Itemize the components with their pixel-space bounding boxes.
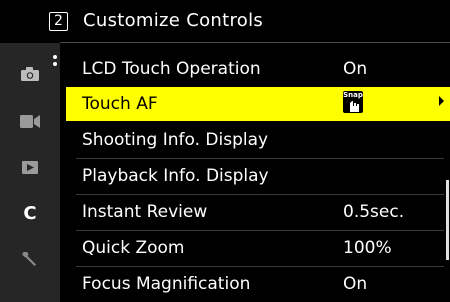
menu-item-value: 100%: [343, 238, 392, 258]
menu-item-instant-review[interactable]: Instant Review 0.5sec.: [66, 195, 450, 231]
camera-icon: [21, 66, 39, 85]
menu-item-value: 0.5sec.: [343, 202, 405, 222]
menu-item-value: On: [343, 59, 368, 79]
menu-item-label: Shooting Info. Display: [82, 130, 269, 150]
tab-playback[interactable]: [0, 148, 60, 188]
menu-item-touch-af[interactable]: Touch AF Snap: [66, 87, 450, 121]
tab-movie[interactable]: [0, 102, 60, 142]
menu-item-label: LCD Touch Operation: [82, 59, 261, 79]
playback-icon: [22, 159, 38, 178]
menu-item-playback-info-display[interactable]: Playback Info. Display: [66, 159, 450, 195]
menu-sidebar: C: [0, 43, 60, 302]
snap-icon: Snap: [343, 91, 363, 113]
tab-setup[interactable]: [0, 240, 60, 280]
chevron-right-icon: [439, 96, 444, 106]
menu-item-lcd-touch-operation[interactable]: LCD Touch Operation On: [66, 52, 450, 88]
page-number-badge: 2: [49, 12, 68, 31]
menu-item-value: On: [343, 274, 368, 294]
active-tab-indicator: [52, 55, 58, 75]
menu-item-label: Instant Review: [82, 202, 208, 222]
menu-item-label: Touch AF: [82, 94, 158, 114]
menu-item-shooting-info-display[interactable]: Shooting Info. Display: [66, 123, 450, 159]
camera-menu-screen: 2 Customize Controls C LCD Touch Operati…: [0, 0, 450, 302]
menu-scrollbar[interactable]: [446, 180, 449, 260]
menu-item-label: Quick Zoom: [82, 238, 185, 258]
menu-item-label: Focus Magnification: [82, 274, 251, 294]
menu-item-label: Playback Info. Display: [82, 166, 269, 186]
page-title: Customize Controls: [83, 10, 264, 31]
video-icon: [20, 113, 40, 132]
tab-shooting[interactable]: [0, 55, 60, 95]
menu-list: LCD Touch Operation On Touch AF Snap Sho…: [60, 43, 450, 302]
menu-item-quick-zoom[interactable]: Quick Zoom 100%: [66, 231, 450, 267]
menu-header: 2 Customize Controls: [0, 0, 450, 42]
wrench-icon: [22, 250, 38, 270]
custom-c-icon: C: [23, 202, 37, 224]
menu-item-focus-magnification[interactable]: Focus Magnification On: [66, 267, 450, 301]
tab-custom[interactable]: C: [0, 193, 60, 233]
